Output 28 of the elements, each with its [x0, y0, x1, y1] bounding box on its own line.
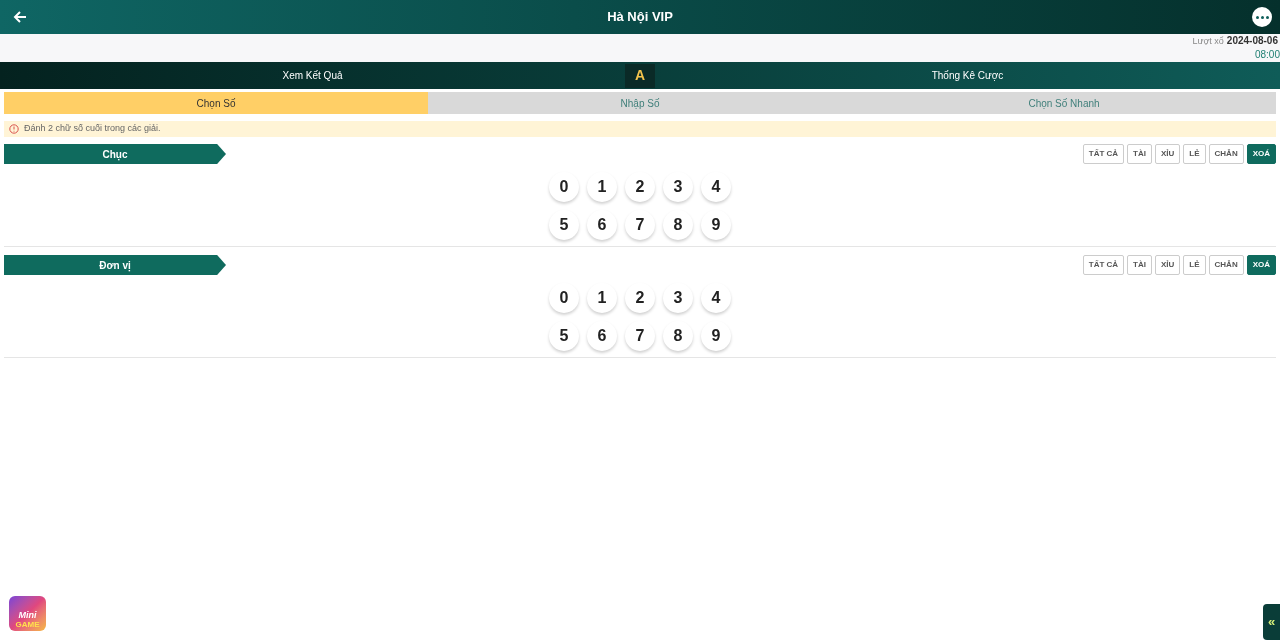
filter-button[interactable]: CHẴN [1208, 255, 1244, 275]
page-title: Hà Nội VIP [607, 8, 673, 27]
bet-stats-link[interactable]: Thống Kê Cược [931, 68, 1004, 83]
results-link[interactable]: Xem Kết Quả [282, 68, 343, 83]
draw-label: Lượt xổ [1192, 35, 1224, 48]
filter-button[interactable]: TẤT CẢ [1082, 255, 1125, 275]
filter-button[interactable]: CHẴN [1208, 144, 1244, 164]
back-icon[interactable] [12, 9, 28, 25]
filter-button[interactable]: LẺ [1183, 255, 1206, 275]
filter-button[interactable]: TẤT CẢ [1082, 144, 1125, 164]
info-icon [9, 124, 19, 134]
side-collapse-button[interactable]: « [1263, 604, 1280, 640]
more-icon[interactable] [1252, 7, 1272, 27]
section-label: Đơn vị [4, 255, 226, 275]
draw-time: 08:00 [1254, 48, 1280, 62]
section-label: Chục [4, 144, 226, 164]
draw-date: 2024-08-06 [1226, 34, 1279, 48]
filter-button[interactable]: XỈU [1154, 144, 1181, 164]
filter-button[interactable]: TÀI [1127, 144, 1152, 164]
tab[interactable]: Chọn Số [4, 92, 428, 114]
filter-button[interactable]: XỈU [1154, 255, 1181, 275]
mini-game-button[interactable]: Mini GAME [9, 596, 46, 631]
filter-button[interactable]: LẺ [1183, 144, 1206, 164]
clear-button[interactable]: XOÁ [1246, 144, 1276, 164]
clear-button[interactable]: XOÁ [1246, 255, 1276, 275]
center-logo-icon[interactable]: A [625, 63, 655, 88]
filter-button[interactable]: TÀI [1127, 255, 1152, 275]
notice-text: Đánh 2 chữ số cuối trong các giải. [24, 122, 161, 136]
